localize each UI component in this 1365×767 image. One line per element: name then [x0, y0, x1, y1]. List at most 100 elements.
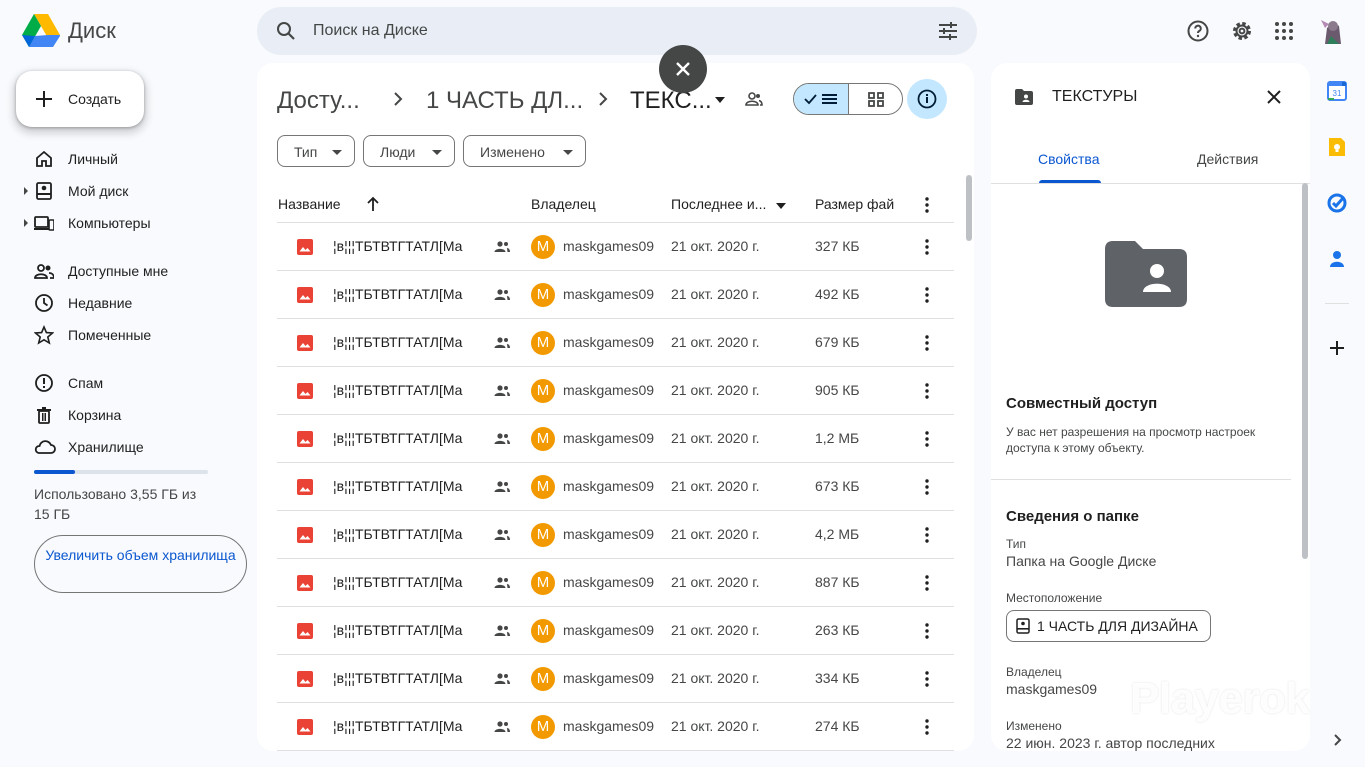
- file-name[interactable]: ¦в¦¦¦ТБТВТГТАТЛ[Ма: [333, 574, 485, 590]
- tab-actions[interactable]: Действия: [1197, 151, 1258, 167]
- more-vert-icon[interactable]: [917, 717, 937, 737]
- shared-icon: [493, 623, 511, 639]
- details-info-button[interactable]: [907, 79, 947, 119]
- file-size: 4,2 МБ: [815, 526, 860, 542]
- upgrade-storage-button[interactable]: Увеличить объем хранилища: [34, 535, 247, 593]
- table-row[interactable]: ¦в¦¦¦ТБТВТГТАТЛ[Ма Mmaskgames09 21 окт. 20…: [277, 223, 954, 271]
- sort-ascending-arrow-icon[interactable]: [366, 196, 380, 212]
- search-input[interactable]: [313, 19, 913, 43]
- table-row[interactable]: ¦в¦¦¦ТБТВТГТАТЛ[Ма Mmaskgames09 21 окт. 20…: [277, 463, 954, 511]
- scrollbar[interactable]: [966, 175, 972, 241]
- grid-view-button[interactable]: [849, 84, 902, 114]
- file-name[interactable]: ¦в¦¦¦ТБТВТГТАТЛ[Ма: [333, 622, 485, 638]
- help-icon[interactable]: [1186, 19, 1210, 43]
- search-bar[interactable]: [257, 7, 977, 55]
- table-row[interactable]: ¦в¦¦¦ТБТВТГТАТЛ[Ма Mmaskgames09 21 окт. 20…: [277, 511, 954, 559]
- sidebar-item-recent[interactable]: Недавние: [24, 287, 244, 319]
- folder-menu-dropdown-icon[interactable]: [714, 96, 726, 104]
- file-name[interactable]: ¦в¦¦¦ТБТВТГТАТЛ[Ма: [333, 286, 485, 302]
- file-name[interactable]: ¦в¦¦¦ТБТВТГТАТЛ[Ма: [333, 382, 485, 398]
- table-row[interactable]: ¦в¦¦¦ТБТВТГТАТЛ[Ма Mmaskgames09 21 окт. 20…: [277, 319, 954, 367]
- column-header-owner[interactable]: Владелец: [531, 196, 596, 212]
- table-row[interactable]: ¦в¦¦¦ТБТВТГТАТЛ[Ма Mmaskgames09 21 окт. 20…: [277, 703, 954, 751]
- svg-text:31: 31: [1333, 89, 1342, 98]
- owner-avatar: M: [531, 667, 555, 691]
- filter-modified-chip[interactable]: Изменено: [463, 135, 586, 167]
- account-avatar[interactable]: [1317, 14, 1349, 46]
- more-vert-icon[interactable]: [917, 381, 937, 401]
- sidebar-item-trash[interactable]: Корзина: [24, 399, 244, 431]
- table-row[interactable]: ¦в¦¦¦ТБТВТГТАТЛ[Ма Mmaskgames09 21 окт. 20…: [277, 559, 954, 607]
- table-row[interactable]: ¦в¦¦¦ТБТВТГТАТЛ[Ма Mmaskgames09 21 окт. 20…: [277, 415, 954, 463]
- file-name[interactable]: ¦в¦¦¦ТБТВТГТАТЛ[Ма: [333, 718, 485, 734]
- details-panel: ТЕКСТУРЫ Свойства Действия Совместный до…: [991, 63, 1310, 751]
- table-row[interactable]: ¦в¦¦¦ТБТВТГТАТЛ[Ма Mmaskgames09 21 окт. 20…: [277, 607, 954, 655]
- settings-gear-icon[interactable]: [1230, 19, 1254, 43]
- shared-icon: [493, 527, 511, 543]
- filter-type-chip[interactable]: Тип: [277, 135, 355, 167]
- file-name[interactable]: ¦в¦¦¦ТБТВТГТАТЛ[Ма: [333, 430, 485, 446]
- filter-people-chip[interactable]: Люди: [363, 135, 455, 167]
- close-icon[interactable]: [1262, 85, 1286, 109]
- expand-panel-chevron-icon[interactable]: [1331, 732, 1345, 748]
- close-overlay-button[interactable]: [659, 45, 707, 93]
- column-dropdown-icon[interactable]: [775, 202, 787, 210]
- breadcrumb-item[interactable]: Досту...: [277, 87, 360, 115]
- shared-icon: [493, 671, 511, 687]
- search-icon[interactable]: [274, 19, 298, 43]
- sidebar-item-spam[interactable]: Спам: [24, 367, 244, 399]
- my-drive-icon: [1016, 618, 1030, 634]
- table-row[interactable]: ¦в¦¦¦ТБТВТГТАТЛ[Ма Mmaskgames09 21 окт. 20…: [277, 271, 954, 319]
- owner-avatar: M: [531, 283, 555, 307]
- image-file-icon: [297, 287, 313, 303]
- list-view-button[interactable]: [794, 84, 849, 114]
- sidebar-item-computers[interactable]: Компьютеры: [24, 207, 244, 239]
- sidebar-item-shared-with-me[interactable]: Доступные мне: [24, 255, 244, 287]
- file-name[interactable]: ¦в¦¦¦ТБТВТГТАТЛ[Ма: [333, 478, 485, 494]
- sidebar-item-label: Спам: [68, 375, 104, 391]
- drive-logo-icon[interactable]: [22, 14, 60, 48]
- sidebar-item-my-drive[interactable]: Мой диск: [24, 175, 244, 207]
- breadcrumb-item[interactable]: 1 ЧАСТЬ ДЛ...: [426, 87, 583, 115]
- keep-icon[interactable]: [1325, 135, 1349, 159]
- sidebar-item-starred[interactable]: Помеченные: [24, 319, 244, 351]
- tasks-icon[interactable]: [1325, 191, 1349, 215]
- modified-date: 21 окт. 2020 г.: [671, 478, 760, 494]
- more-vert-icon[interactable]: [917, 285, 937, 305]
- table-row[interactable]: ¦в¦¦¦ТБТВТГТАТЛ[Ма Mmaskgames09 21 окт. 20…: [277, 367, 954, 415]
- table-row[interactable]: ¦в¦¦¦ТБТВТГТАТЛ[Ма Mmaskgames09 21 окт. 20…: [277, 655, 954, 703]
- more-vert-icon[interactable]: [917, 477, 937, 497]
- add-addon-plus-icon[interactable]: [1325, 336, 1349, 360]
- file-name[interactable]: ¦в¦¦¦ТБТВТГТАТЛ[Ма: [333, 334, 485, 350]
- more-vert-icon[interactable]: [917, 669, 937, 689]
- more-vert-icon[interactable]: [917, 525, 937, 545]
- scrollbar[interactable]: [1302, 183, 1308, 559]
- more-vert-icon[interactable]: [917, 195, 937, 215]
- column-header-size[interactable]: Размер фай: [815, 196, 899, 212]
- location-chip[interactable]: 1 ЧАСТЬ ДЛЯ ДИЗАЙНА: [1006, 610, 1211, 642]
- column-header-name[interactable]: Название: [278, 196, 341, 212]
- expand-caret-icon[interactable]: [24, 187, 28, 195]
- more-vert-icon[interactable]: [917, 333, 937, 353]
- search-options-icon[interactable]: [936, 19, 960, 43]
- contacts-icon[interactable]: [1325, 247, 1349, 271]
- file-name[interactable]: ¦в¦¦¦ТБТВТГТАТЛ[Ма: [333, 526, 485, 542]
- file-name[interactable]: ¦в¦¦¦ТБТВТГТАТЛ[Ма: [333, 238, 485, 254]
- file-size: 905 КБ: [815, 382, 860, 398]
- app-title[interactable]: Диск: [68, 18, 116, 44]
- more-vert-icon[interactable]: [917, 621, 937, 641]
- shared-with-me-icon: [34, 261, 54, 281]
- more-vert-icon[interactable]: [917, 429, 937, 449]
- apps-grid-icon[interactable]: [1272, 19, 1296, 43]
- file-name[interactable]: ¦в¦¦¦ТБТВТГТАТЛ[Ма: [333, 670, 485, 686]
- sidebar-item-personal[interactable]: Личный: [24, 143, 244, 175]
- modified-date: 21 окт. 2020 г.: [671, 526, 760, 542]
- more-vert-icon[interactable]: [917, 573, 937, 593]
- sidebar-item-storage[interactable]: Хранилище: [24, 431, 244, 463]
- tab-properties[interactable]: Свойства: [1038, 151, 1099, 167]
- create-button[interactable]: Создать: [16, 71, 144, 127]
- column-header-modified[interactable]: Последнее и...: [671, 196, 766, 212]
- calendar-icon[interactable]: 31: [1325, 79, 1349, 103]
- expand-caret-icon[interactable]: [24, 219, 28, 227]
- more-vert-icon[interactable]: [917, 237, 937, 257]
